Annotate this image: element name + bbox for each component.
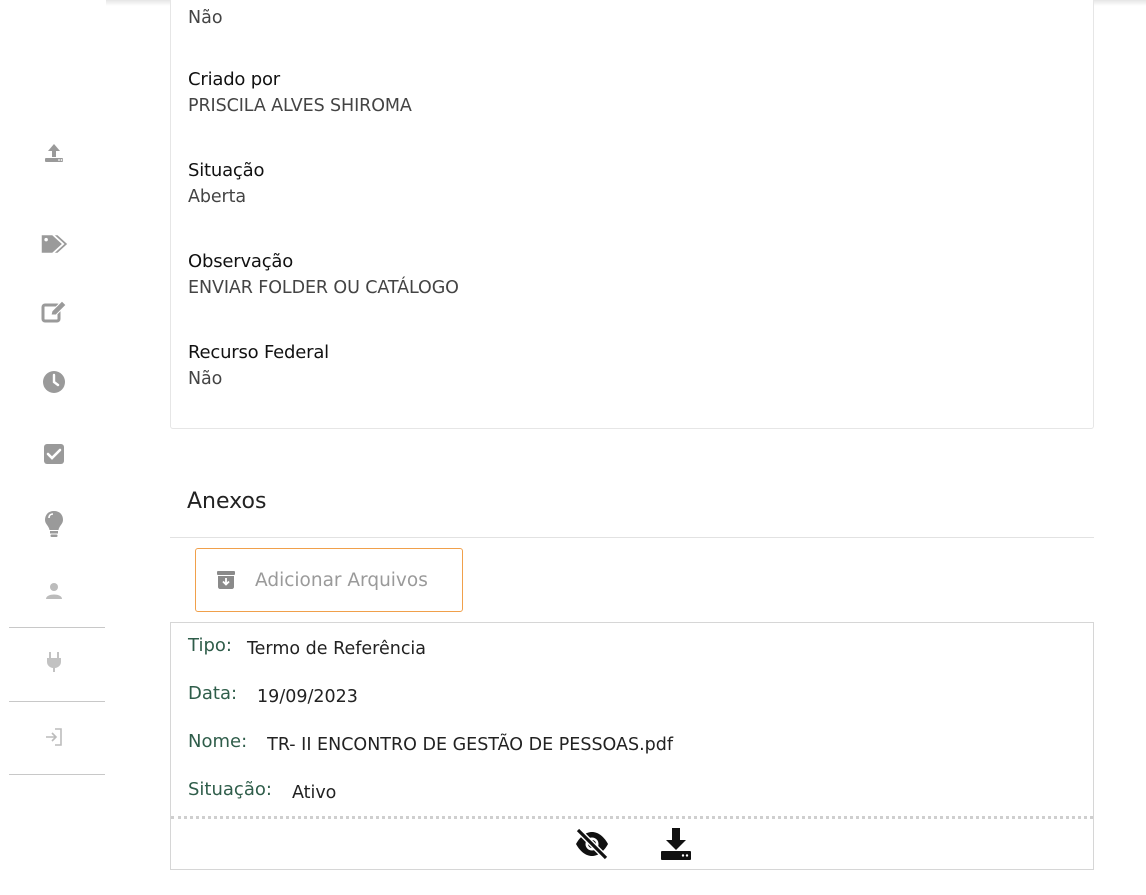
attachment-key: Nome:: [188, 731, 248, 752]
field-criado-por: Criado por PRISCILA ALVES SHIROMA: [188, 69, 412, 116]
attachment-key: Data:: [188, 683, 238, 704]
attachments-title: Anexos: [187, 489, 267, 514]
check-square-icon[interactable]: [40, 440, 68, 468]
attachment-row-nome: Nome: TR- II ENCONTRO DE GESTÃO DE PESSO…: [188, 731, 674, 755]
field-value: ENVIAR FOLDER OU CATÁLOGO: [188, 278, 459, 298]
user-icon[interactable]: [40, 577, 68, 605]
section-divider: [170, 537, 1094, 538]
field-recurso-federal: Recurso Federal Não: [188, 342, 329, 389]
attachment-value: Ativo: [291, 783, 337, 803]
dotted-divider: [171, 816, 1093, 819]
download-icon[interactable]: [657, 825, 695, 863]
lightbulb-icon[interactable]: [40, 510, 68, 538]
field-value: PRISCILA ALVES SHIROMA: [188, 96, 412, 116]
add-files-label: Adicionar Arquivos: [255, 569, 428, 591]
sidebar-divider: [9, 627, 105, 628]
field-value: Não: [188, 369, 223, 389]
sidebar-divider: [9, 774, 105, 775]
sidebar-divider: [9, 701, 105, 702]
attachment-key: Tipo:: [188, 635, 232, 656]
add-files-button[interactable]: Adicionar Arquivos: [195, 548, 463, 612]
eye-slash-icon[interactable]: [573, 825, 611, 863]
sign-in-icon[interactable]: [40, 723, 68, 751]
upload-icon[interactable]: [40, 139, 68, 167]
attachment-row-tipo: Tipo: Termo de Referência: [188, 635, 427, 659]
attachment-value: Termo de Referência: [246, 639, 427, 659]
attachment-value: 19/09/2023: [257, 687, 358, 707]
details-card: Não Criado por PRISCILA ALVES SHIROMA Si…: [170, 0, 1094, 429]
attachment-card: Tipo: Termo de Referência Data: 19/09/20…: [170, 622, 1094, 870]
field-value: Aberta: [188, 187, 247, 207]
edit-icon[interactable]: [40, 298, 68, 326]
field-label: Recurso Federal: [188, 342, 329, 363]
field-value-previous: Não: [188, 8, 223, 28]
attachment-value: TR- II ENCONTRO DE GESTÃO DE PESSOAS.pdf: [267, 735, 674, 755]
clock-icon[interactable]: [40, 368, 68, 396]
field-situacao: Situação Aberta: [188, 160, 264, 207]
attachment-row-data: Data: 19/09/2023: [188, 683, 358, 707]
tags-icon[interactable]: [40, 230, 68, 258]
field-observacao: Observação ENVIAR FOLDER OU CATÁLOGO: [188, 251, 459, 298]
archive-icon: [216, 570, 236, 590]
attachment-row-situacao: Situação: Ativo: [188, 779, 337, 803]
plug-icon[interactable]: [40, 648, 68, 676]
field-label: Situação: [188, 160, 265, 181]
field-label: Criado por: [188, 69, 280, 90]
sidebar: [0, 0, 106, 895]
field-label: Observação: [188, 251, 294, 272]
attachment-key: Situação:: [188, 779, 272, 800]
